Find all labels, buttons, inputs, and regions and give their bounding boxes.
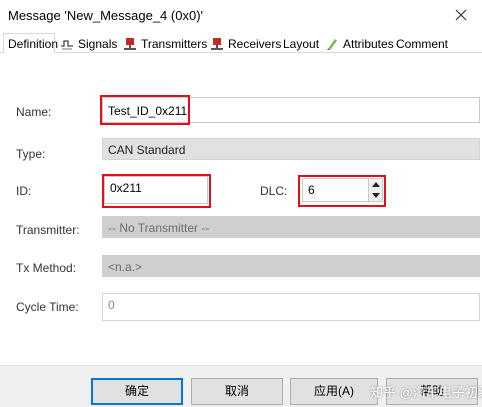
transmitter-label: Transmitter: [16,223,80,237]
tab-bar: Definition Signals Transmitters Receiver… [0,33,482,54]
tab-comment-label: Comment [396,37,449,51]
tab-signals[interactable]: Signals [60,34,118,53]
dlc-label: DLC: [260,184,288,198]
cycletime-field: 0 [102,293,480,321]
tab-layout-label: Layout [283,37,320,51]
tab-attributes[interactable]: Attributes [325,34,394,53]
tab-definition-label: Definition [8,37,59,51]
cancel-button[interactable]: 取消 [191,378,283,405]
watermark: 知乎 @汽车电子初级 [370,385,482,400]
signals-icon [61,40,73,50]
close-button[interactable] [442,0,482,30]
receiver-node-icon [211,38,223,50]
attributes-pen-icon [327,39,337,50]
name-field-highlight [100,95,190,125]
dlc-field-highlight [298,175,386,207]
title-bar: Message 'New_Message_4 (0x0)' [0,0,482,30]
tab-receivers[interactable]: Receivers [210,34,282,53]
tab-attributes-label: Attributes [343,37,394,51]
message-dialog: Message 'New_Message_4 (0x0)' Definition… [0,0,482,407]
window-title: Message 'New_Message_4 (0x0)' [8,8,203,23]
tab-layout[interactable]: Layout [283,34,319,53]
cycletime-label: Cycle Time: [16,300,79,314]
close-icon [455,9,467,21]
transmitter-dropdown: -- No Transmitter -- [102,216,480,238]
tab-signals-label: Signals [78,37,118,51]
tab-definition[interactable]: Definition [3,33,59,54]
type-field: CAN Standard [102,138,480,160]
name-label: Name: [16,105,52,119]
transmitter-node-icon [124,38,136,50]
tab-receivers-label: Receivers [228,37,282,51]
tab-transmitters-label: Transmitters [141,37,208,51]
type-label: Type: [16,147,46,161]
id-field-highlight [102,174,211,208]
tab-transmitters[interactable]: Transmitters [123,34,207,53]
id-label: ID: [16,184,32,198]
definition-panel: Name: Test_ID_0x211 Type: CAN Standard I… [0,53,482,365]
ok-button[interactable]: 确定 [91,378,183,405]
txmethod-label: Tx Method: [16,261,77,275]
txmethod-dropdown: <n.a.> [102,255,480,277]
apply-button[interactable]: 应用(A) [290,378,378,405]
tab-comment[interactable]: Comment [396,34,449,53]
